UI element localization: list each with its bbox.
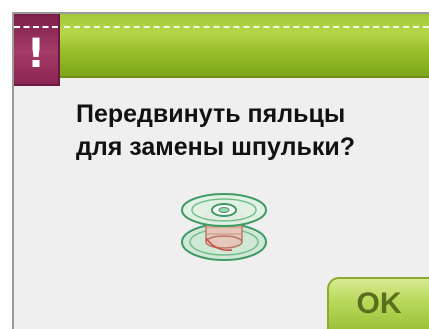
message-line-2: для замены шпульки? <box>76 133 355 161</box>
badge-stitch-line <box>14 26 58 28</box>
header-stitch-line <box>14 26 429 28</box>
bobbin-illustration <box>181 193 267 261</box>
screen: ! Передвинуть пяльцы для замены шпульки? <box>0 0 429 329</box>
warning-badge: ! <box>14 14 60 86</box>
exclamation-icon: ! <box>26 31 46 77</box>
message-line-1: Передвинуть пяльцы <box>76 100 346 128</box>
ok-button[interactable]: OK <box>327 277 429 329</box>
confirm-dialog: ! Передвинуть пяльцы для замены шпульки? <box>12 12 429 329</box>
dialog-header <box>14 14 429 78</box>
bobbin-icon <box>176 182 272 270</box>
dialog-message: Передвинуть пяльцы для замены шпульки? <box>76 98 416 164</box>
